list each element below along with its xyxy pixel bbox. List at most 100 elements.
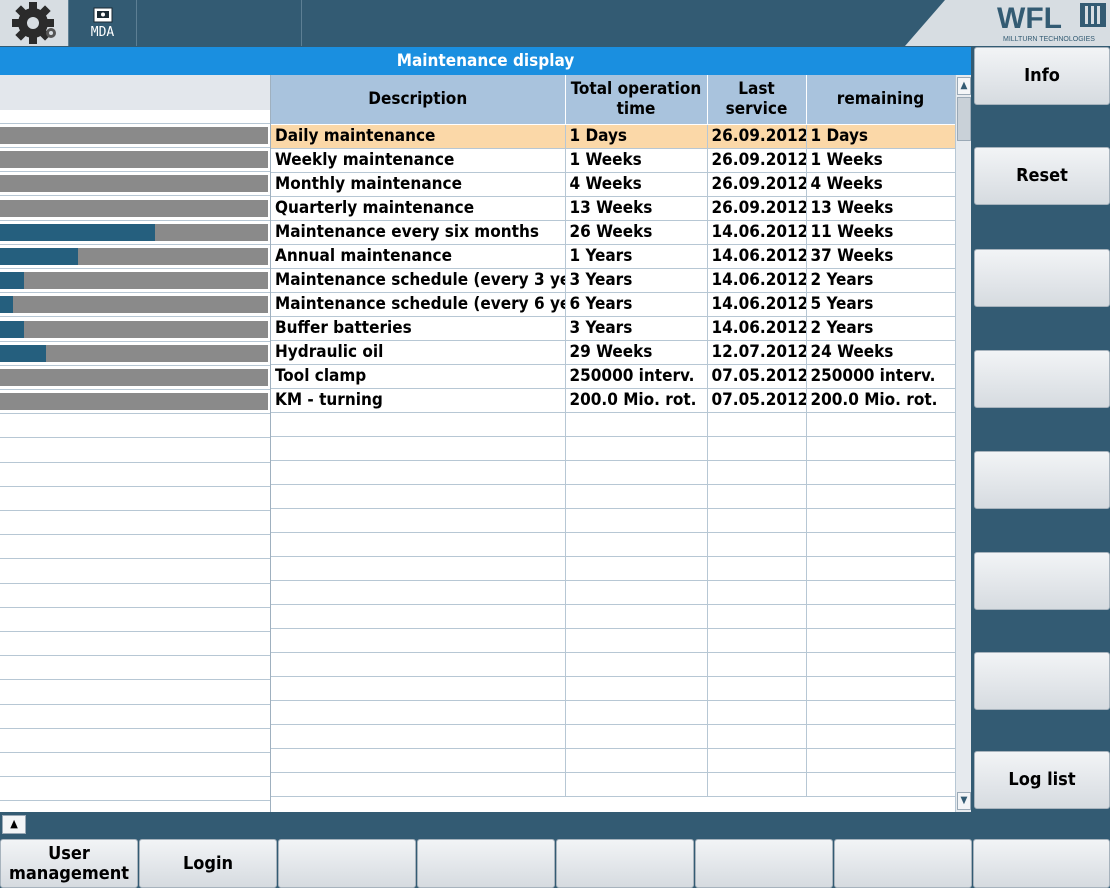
scroll-thumb[interactable]: [957, 97, 971, 141]
progress-column: [0, 75, 270, 812]
progress-row-empty: [0, 439, 270, 463]
scroll-up-button[interactable]: ▲: [957, 77, 971, 95]
log-list-button[interactable]: Log list: [974, 751, 1110, 809]
softkey-right-4[interactable]: [974, 350, 1110, 408]
cell-remaining: [806, 748, 956, 773]
cell-last: [707, 580, 807, 605]
cell-total: [565, 748, 708, 773]
softkey-right-6[interactable]: [974, 552, 1110, 610]
progress-bar-fill: [0, 344, 46, 362]
top-bar: MDA WFL MILLTURN TECHNOLOGIES: [0, 0, 1110, 46]
table-row-empty: [271, 532, 956, 557]
bottom-strip: [0, 812, 971, 838]
col-header-total-operation-time[interactable]: Total operation time: [565, 75, 708, 125]
info-button[interactable]: Info: [974, 47, 1110, 105]
cell-remaining: [806, 604, 956, 629]
login-button[interactable]: Login: [139, 839, 277, 888]
table-row[interactable]: Annual maintenance 1 Years 14.06.2012 37 We…: [271, 244, 956, 269]
cell-remaining: [806, 652, 956, 677]
softkey-bottom-8[interactable]: [973, 839, 1110, 888]
progress-row: [0, 172, 270, 197]
progress-bar: [0, 175, 268, 193]
cell-description: Annual maintenance: [271, 244, 566, 269]
cell-last: [707, 724, 807, 749]
cell-remaining: 11 Weeks: [806, 220, 956, 245]
logo-subtitle: MILLTURN TECHNOLOGIES: [1003, 36, 1095, 43]
cell-description: Maintenance every six months: [271, 220, 566, 245]
cell-last: [707, 700, 807, 725]
cell-total: [565, 772, 708, 797]
table-row[interactable]: Maintenance schedule (every 6 year 6 Year…: [271, 292, 956, 317]
table-row-empty: [271, 772, 956, 797]
cell-remaining: 37 Weeks: [806, 244, 956, 269]
reset-button[interactable]: Reset: [974, 147, 1110, 205]
cell-description: [271, 652, 566, 677]
col-header-last-service[interactable]: Last service: [707, 75, 807, 125]
softkey-bottom-3[interactable]: [278, 839, 416, 888]
progress-row: [0, 124, 270, 148]
cell-description: [271, 484, 566, 509]
recall-up-button[interactable]: ▲: [2, 815, 26, 834]
table-row[interactable]: KM - turning 200.0 Mio. rot. 07.05.2012 200…: [271, 388, 956, 413]
softkey-right-3[interactable]: [974, 249, 1110, 307]
table-row[interactable]: Monthly maintenance 4 Weeks 26.09.2012 4 We…: [271, 172, 956, 197]
cell-total: [565, 460, 708, 485]
cell-total: [565, 532, 708, 557]
table-row[interactable]: Weekly maintenance 1 Weeks 26.09.2012 1 Wee…: [271, 148, 956, 173]
table-row-empty: [271, 700, 956, 725]
progress-row: [0, 148, 270, 173]
cell-description: [271, 724, 566, 749]
table-row[interactable]: Quarterly maintenance 13 Weeks 26.09.2012 1…: [271, 196, 956, 221]
table-row[interactable]: Buffer batteries 3 Years 14.06.2012 2 Years: [271, 316, 956, 341]
progress-bar: [0, 296, 268, 314]
softkey-right-7[interactable]: [974, 652, 1110, 710]
cell-total: [565, 556, 708, 581]
softkey-bottom-6[interactable]: [695, 839, 833, 888]
cell-total: [565, 436, 708, 461]
cell-last: [707, 628, 807, 653]
mda-tab[interactable]: MDA: [69, 0, 137, 46]
table-row-empty: [271, 724, 956, 749]
mda-icon: [93, 7, 112, 23]
table-row[interactable]: Maintenance every six months 26 Weeks 14.0…: [271, 220, 956, 245]
table-row[interactable]: Maintenance schedule (every 3 year 3 Year…: [271, 268, 956, 293]
softkey-bottom-5[interactable]: [556, 839, 694, 888]
progress-bar: [0, 369, 268, 386]
vertical-scrollbar[interactable]: ▲ ▼: [955, 75, 971, 812]
table-row[interactable]: Hydraulic oil 29 Weeks 12.07.2012 24 Weeks: [271, 340, 956, 365]
table-row-empty: [271, 412, 956, 437]
scroll-down-button[interactable]: ▼: [957, 792, 971, 810]
col-header-total-line1: Total operation: [570, 79, 702, 100]
progress-row-empty: [0, 632, 270, 657]
progress-bar: [0, 344, 268, 362]
softkey-bottom-7[interactable]: [834, 839, 972, 888]
cell-last: 26.09.2012: [707, 196, 807, 221]
cell-total: [565, 676, 708, 701]
wfl-logo: WFL MILLTURN TECHNOLOGIES: [905, 0, 1110, 46]
table-row-empty: [271, 436, 956, 461]
table-row-empty: [271, 556, 956, 581]
cell-remaining: [806, 436, 956, 461]
cell-last: [707, 412, 807, 437]
table-row-empty: [271, 460, 956, 485]
cell-description: Weekly maintenance: [271, 148, 566, 173]
progress-row-empty: [0, 414, 270, 439]
cell-remaining: [806, 580, 956, 605]
settings-tab[interactable]: [0, 0, 69, 46]
table-row[interactable]: Daily maintenance 1 Days 26.09.2012 1 Days: [271, 124, 956, 149]
table-row[interactable]: Tool clamp 250000 interv. 07.05.2012 250000…: [271, 364, 956, 389]
col-header-description[interactable]: Description: [271, 75, 566, 125]
progress-row-empty: [0, 681, 270, 705]
table-row-empty: [271, 484, 956, 509]
softkey-bottom-4[interactable]: [417, 839, 555, 888]
cell-description: [271, 772, 566, 797]
progress-bar: [0, 223, 268, 241]
cell-last: 26.09.2012: [707, 124, 807, 149]
cell-last: [707, 676, 807, 701]
cell-total: [565, 724, 708, 749]
col-header-remaining[interactable]: remaining: [806, 75, 956, 125]
cell-last: 12.07.2012: [707, 340, 807, 365]
cell-description: Hydraulic oil: [271, 340, 566, 365]
user-management-button[interactable]: User management: [0, 839, 138, 888]
softkey-right-5[interactable]: [974, 451, 1110, 509]
